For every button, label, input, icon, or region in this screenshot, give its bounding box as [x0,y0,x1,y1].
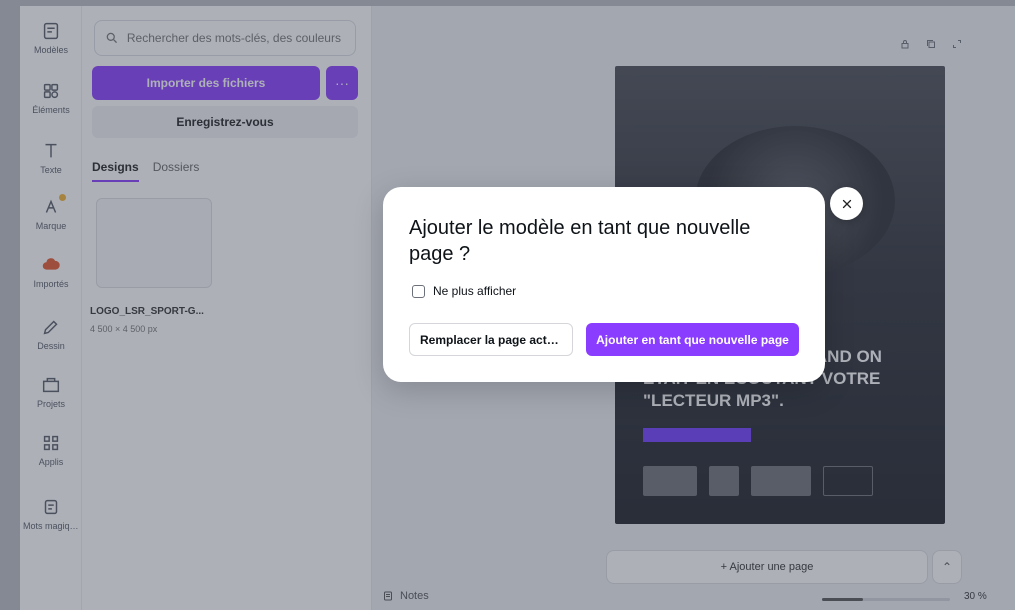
add-template-dialog: Ajouter le modèle en tant que nouvelle p… [383,187,825,382]
dont-show-again-option[interactable]: Ne plus afficher [412,284,516,298]
close-dialog-button[interactable] [830,187,863,220]
add-as-new-page-button[interactable]: Ajouter en tant que nouvelle page [586,323,799,356]
close-icon [842,199,851,208]
dialog-title: Ajouter le modèle en tant que nouvelle p… [409,217,751,265]
dont-show-again-checkbox[interactable] [412,284,425,298]
checkbox-label: Ne plus afficher [433,284,517,298]
replace-page-button[interactable]: Remplacer la page actuelle [409,323,573,356]
